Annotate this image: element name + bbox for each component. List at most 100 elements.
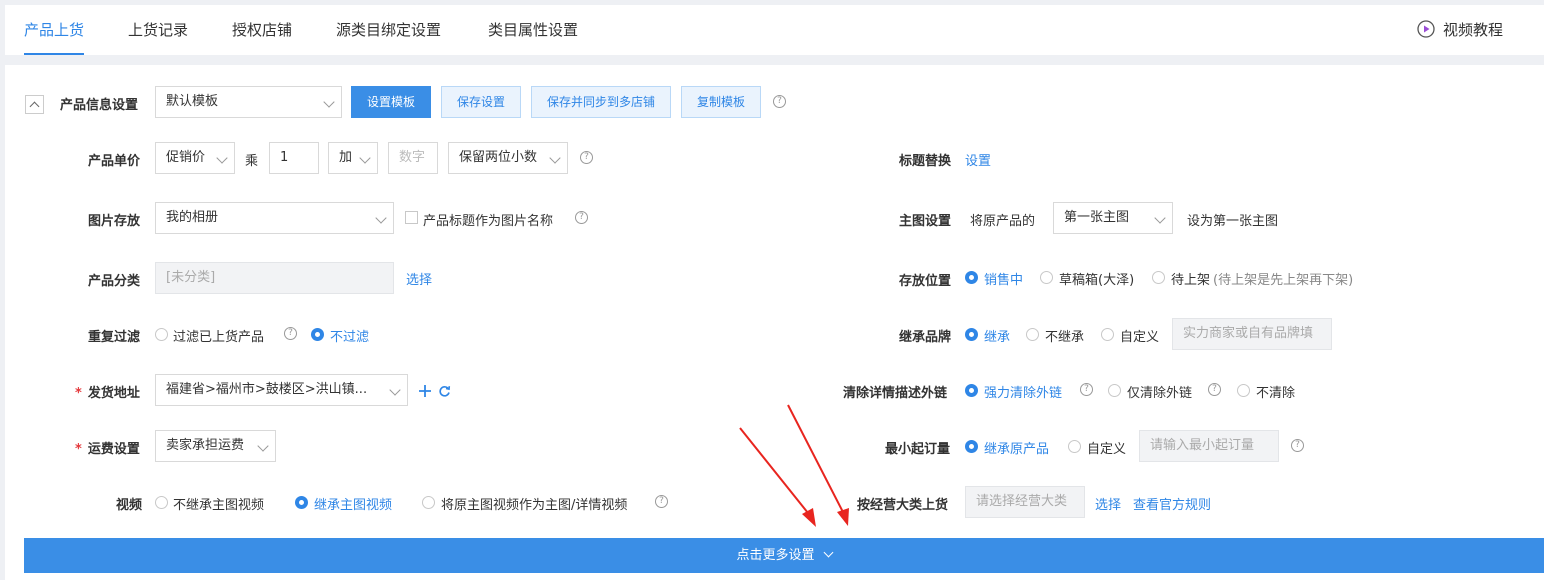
video-tutorial-label: 视频教程 <box>1442 21 1503 39</box>
radio-custom-min-order-label[interactable]: 自定义 <box>1087 438 1126 457</box>
chevron-down-icon <box>1154 212 1166 224</box>
main-image-choice: 第一张主图 <box>1064 210 1130 225</box>
radio-strong-clean-label[interactable]: 强力清除外链 <box>984 382 1062 401</box>
brand-input[interactable]: 实力商家或自有品牌填 <box>1172 318 1332 350</box>
price-operator-select[interactable]: 加 <box>328 142 378 174</box>
brand-label: 继承品牌 <box>899 330 952 345</box>
tab-source-category-binding[interactable]: 源类目绑定设置 <box>336 5 441 55</box>
radio-no-filter[interactable] <box>311 328 324 341</box>
radio-no-inherit-brand-label[interactable]: 不继承 <box>1045 326 1084 345</box>
radio-video-as-main-label[interactable]: 将原主图视频作为主图/详情视频 <box>441 494 627 513</box>
radio-no-clean[interactable] <box>1237 384 1250 397</box>
save-sync-shops-button[interactable]: 保存并同步到多店铺 <box>531 86 671 118</box>
radio-drafts[interactable] <box>1040 271 1053 284</box>
title-as-image-name-checkbox[interactable] <box>405 211 418 224</box>
radio-inherit-min-order[interactable] <box>965 440 978 453</box>
tab-category-attributes[interactable]: 类目属性设置 <box>488 5 578 55</box>
radio-no-inherit-video-label[interactable]: 不继承主图视频 <box>173 494 264 513</box>
title-replace-set-link[interactable]: 设置 <box>965 150 991 169</box>
collapse-toggle-button[interactable] <box>25 95 44 114</box>
category-label: 产品分类 <box>88 274 141 289</box>
album-select[interactable]: 我的相册 <box>155 202 394 234</box>
business-category-input[interactable]: 请选择经营大类 <box>965 486 1085 518</box>
required-mark: * <box>75 386 82 401</box>
copy-template-button[interactable]: 复制模板 <box>681 86 761 118</box>
radio-drafts-label[interactable]: 草稿箱(大泽) <box>1059 269 1134 288</box>
radio-pending-listing[interactable] <box>1152 271 1165 284</box>
template-label: 产品信息设置 <box>60 98 139 113</box>
main-image-select[interactable]: 第一张主图 <box>1053 202 1173 234</box>
category-display: [未分类] <box>155 262 394 294</box>
radio-inherit-video-label[interactable]: 继承主图视频 <box>314 494 392 513</box>
help-icon[interactable]: ? <box>580 151 593 164</box>
rounding-value: 保留两位小数 <box>459 150 538 165</box>
radio-clean-links-only[interactable] <box>1108 384 1121 397</box>
help-icon[interactable]: ? <box>1080 383 1093 396</box>
help-icon[interactable]: ? <box>284 327 297 340</box>
radio-strong-clean[interactable] <box>965 384 978 397</box>
more-settings-button[interactable]: 点击更多设置 <box>24 538 1544 573</box>
dedupe-label: 重复过滤 <box>88 330 141 345</box>
video-label: 视频 <box>116 498 143 513</box>
times-text: 乘 <box>245 154 259 169</box>
help-icon[interactable]: ? <box>773 95 786 108</box>
radio-no-clean-label[interactable]: 不清除 <box>1256 382 1295 401</box>
tab-product-upload[interactable]: 产品上货 <box>24 5 85 55</box>
template-select-value: 默认模板 <box>166 94 219 109</box>
save-settings-button[interactable]: 保存设置 <box>441 86 521 118</box>
rounding-select[interactable]: 保留两位小数 <box>448 142 568 174</box>
radio-no-inherit-video[interactable] <box>155 496 168 509</box>
main-image-suffix: 设为第一张主图 <box>1187 214 1279 229</box>
top-tab-bar: 产品上货 上货记录 授权店铺 源类目绑定设置 类目属性设置 视频教程 <box>5 5 1544 55</box>
ship-from-label-text: 发货地址 <box>87 386 140 401</box>
video-tutorial-link[interactable]: 视频教程 <box>1417 5 1503 55</box>
radio-no-filter-label[interactable]: 不过滤 <box>330 326 369 345</box>
ship-from-label: * 发货地址 <box>75 382 140 401</box>
radio-inherit-video[interactable] <box>295 496 308 509</box>
radio-filter-uploaded[interactable] <box>155 328 168 341</box>
radio-inherit-brand-label[interactable]: 继承 <box>984 326 1010 345</box>
help-icon[interactable]: ? <box>1291 439 1304 452</box>
set-template-button[interactable]: 设置模板 <box>351 86 431 118</box>
price-base-value: 促销价 <box>166 150 206 165</box>
radio-inherit-brand[interactable] <box>965 328 978 341</box>
radio-on-sale-label[interactable]: 销售中 <box>984 269 1023 288</box>
refresh-icon[interactable] <box>438 385 451 398</box>
radio-clean-links-only-label[interactable]: 仅清除外链 <box>1127 382 1192 401</box>
template-select[interactable]: 默认模板 <box>155 86 342 118</box>
tab-authorized-shops[interactable]: 授权店铺 <box>232 5 292 55</box>
radio-custom-brand-label[interactable]: 自定义 <box>1120 326 1159 345</box>
radio-custom-min-order[interactable] <box>1068 440 1081 453</box>
official-rules-link[interactable]: 查看官方规则 <box>1133 494 1211 513</box>
add-address-icon[interactable] <box>418 384 432 398</box>
more-settings-label: 点击更多设置 <box>736 548 815 563</box>
clean-links-label: 清除详情描述外链 <box>843 386 948 401</box>
album-value: 我的相册 <box>166 210 219 225</box>
radio-no-inherit-brand[interactable] <box>1026 328 1039 341</box>
ship-from-select[interactable]: 福建省>福州市>鼓楼区>洪山镇... <box>155 374 408 406</box>
radio-inherit-min-order-label[interactable]: 继承原产品 <box>984 438 1049 457</box>
help-icon[interactable]: ? <box>655 495 668 508</box>
choose-category-link[interactable]: 选择 <box>406 269 432 288</box>
radio-on-sale[interactable] <box>965 271 978 284</box>
ship-from-value: 福建省>福州市>鼓楼区>洪山镇... <box>166 382 368 397</box>
freight-select[interactable]: 卖家承担运费 <box>155 430 276 462</box>
price-base-select[interactable]: 促销价 <box>155 142 235 174</box>
chevron-down-icon <box>216 152 228 164</box>
help-icon[interactable]: ? <box>1208 383 1221 396</box>
radio-filter-uploaded-label[interactable]: 过滤已上货产品 <box>173 326 264 345</box>
chevron-down-icon <box>375 212 387 224</box>
radio-video-as-main[interactable] <box>422 496 435 509</box>
chevron-down-icon <box>359 152 371 164</box>
price-operator-value: 加 <box>339 150 353 165</box>
choose-business-category-link[interactable]: 选择 <box>1095 494 1121 513</box>
radio-custom-brand[interactable] <box>1101 328 1114 341</box>
pending-listing-note: (待上架是先上架再下架) <box>1213 273 1354 288</box>
min-order-input[interactable]: 请输入最小起订量 <box>1139 430 1279 462</box>
help-icon[interactable]: ? <box>575 211 588 224</box>
multiplier-input[interactable]: 1 <box>269 142 319 174</box>
radio-pending-listing-label[interactable]: 待上架 <box>1171 269 1210 288</box>
title-replace-label: 标题替换 <box>899 154 952 169</box>
tab-upload-records[interactable]: 上货记录 <box>128 5 188 55</box>
number-input[interactable]: 数字 <box>388 142 438 174</box>
